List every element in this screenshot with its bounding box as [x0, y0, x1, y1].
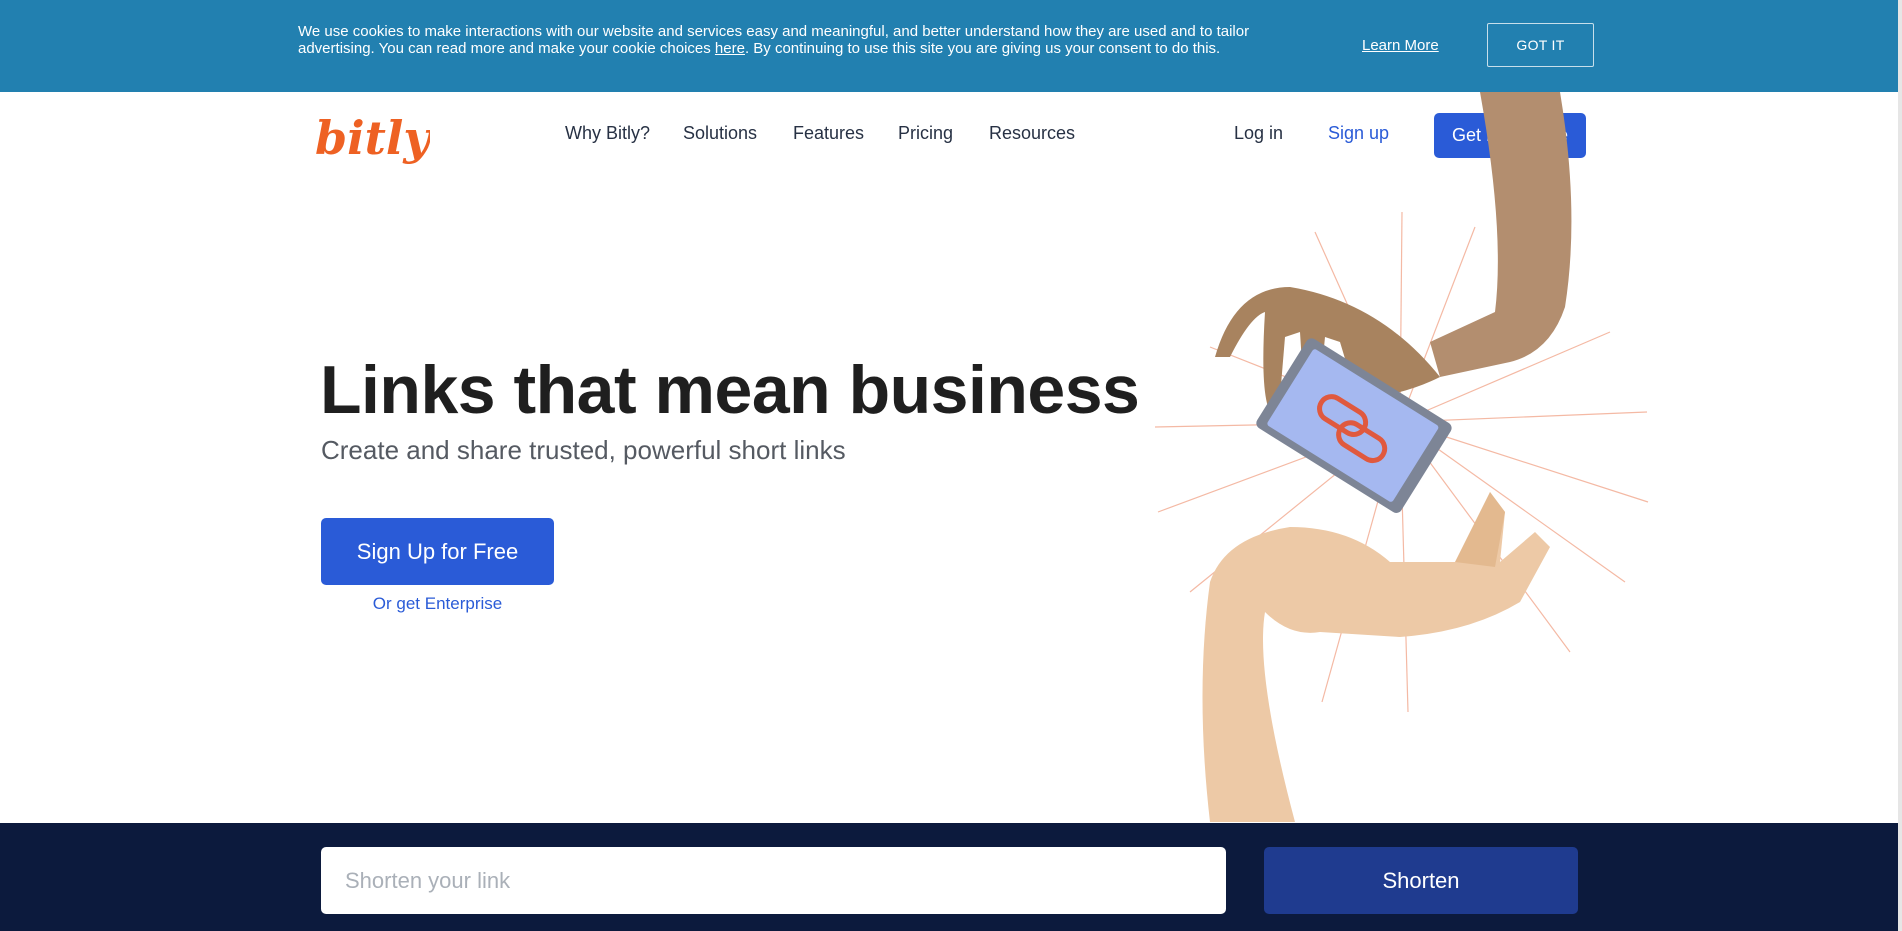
cookie-here-link[interactable]: here: [715, 40, 745, 57]
bitly-logo[interactable]: bitly: [315, 112, 430, 174]
scrollbar[interactable]: [1898, 0, 1902, 931]
hands-passing-phone-with-link-icon: [1154, 92, 1649, 822]
nav-solutions[interactable]: Solutions: [683, 123, 757, 144]
hero-title: Links that mean business: [320, 352, 1140, 428]
bottom-hand: [1202, 492, 1550, 822]
shorten-button[interactable]: Shorten: [1264, 847, 1578, 914]
sign-up-free-button[interactable]: Sign Up for Free: [321, 518, 554, 585]
cookie-message: We use cookies to make interactions with…: [298, 23, 1308, 57]
nav-resources[interactable]: Resources: [989, 123, 1075, 144]
nav-features[interactable]: Features: [793, 123, 864, 144]
shorten-link-input[interactable]: [321, 847, 1226, 914]
nav-pricing[interactable]: Pricing: [898, 123, 953, 144]
nav-why-bitly[interactable]: Why Bitly?: [565, 123, 650, 144]
cookie-text-after: . By continuing to use this site you are…: [744, 40, 1221, 57]
got-it-button[interactable]: GOT IT: [1487, 23, 1594, 67]
logo-text: bitly: [315, 112, 430, 165]
top-hand: [1215, 92, 1572, 412]
cookie-banner: We use cookies to make interactions with…: [0, 0, 1898, 92]
learn-more-link[interactable]: Learn More: [1362, 37, 1439, 54]
or-get-enterprise-link[interactable]: Or get Enterprise: [321, 594, 554, 614]
hero-subtitle: Create and share trusted, powerful short…: [321, 435, 846, 465]
